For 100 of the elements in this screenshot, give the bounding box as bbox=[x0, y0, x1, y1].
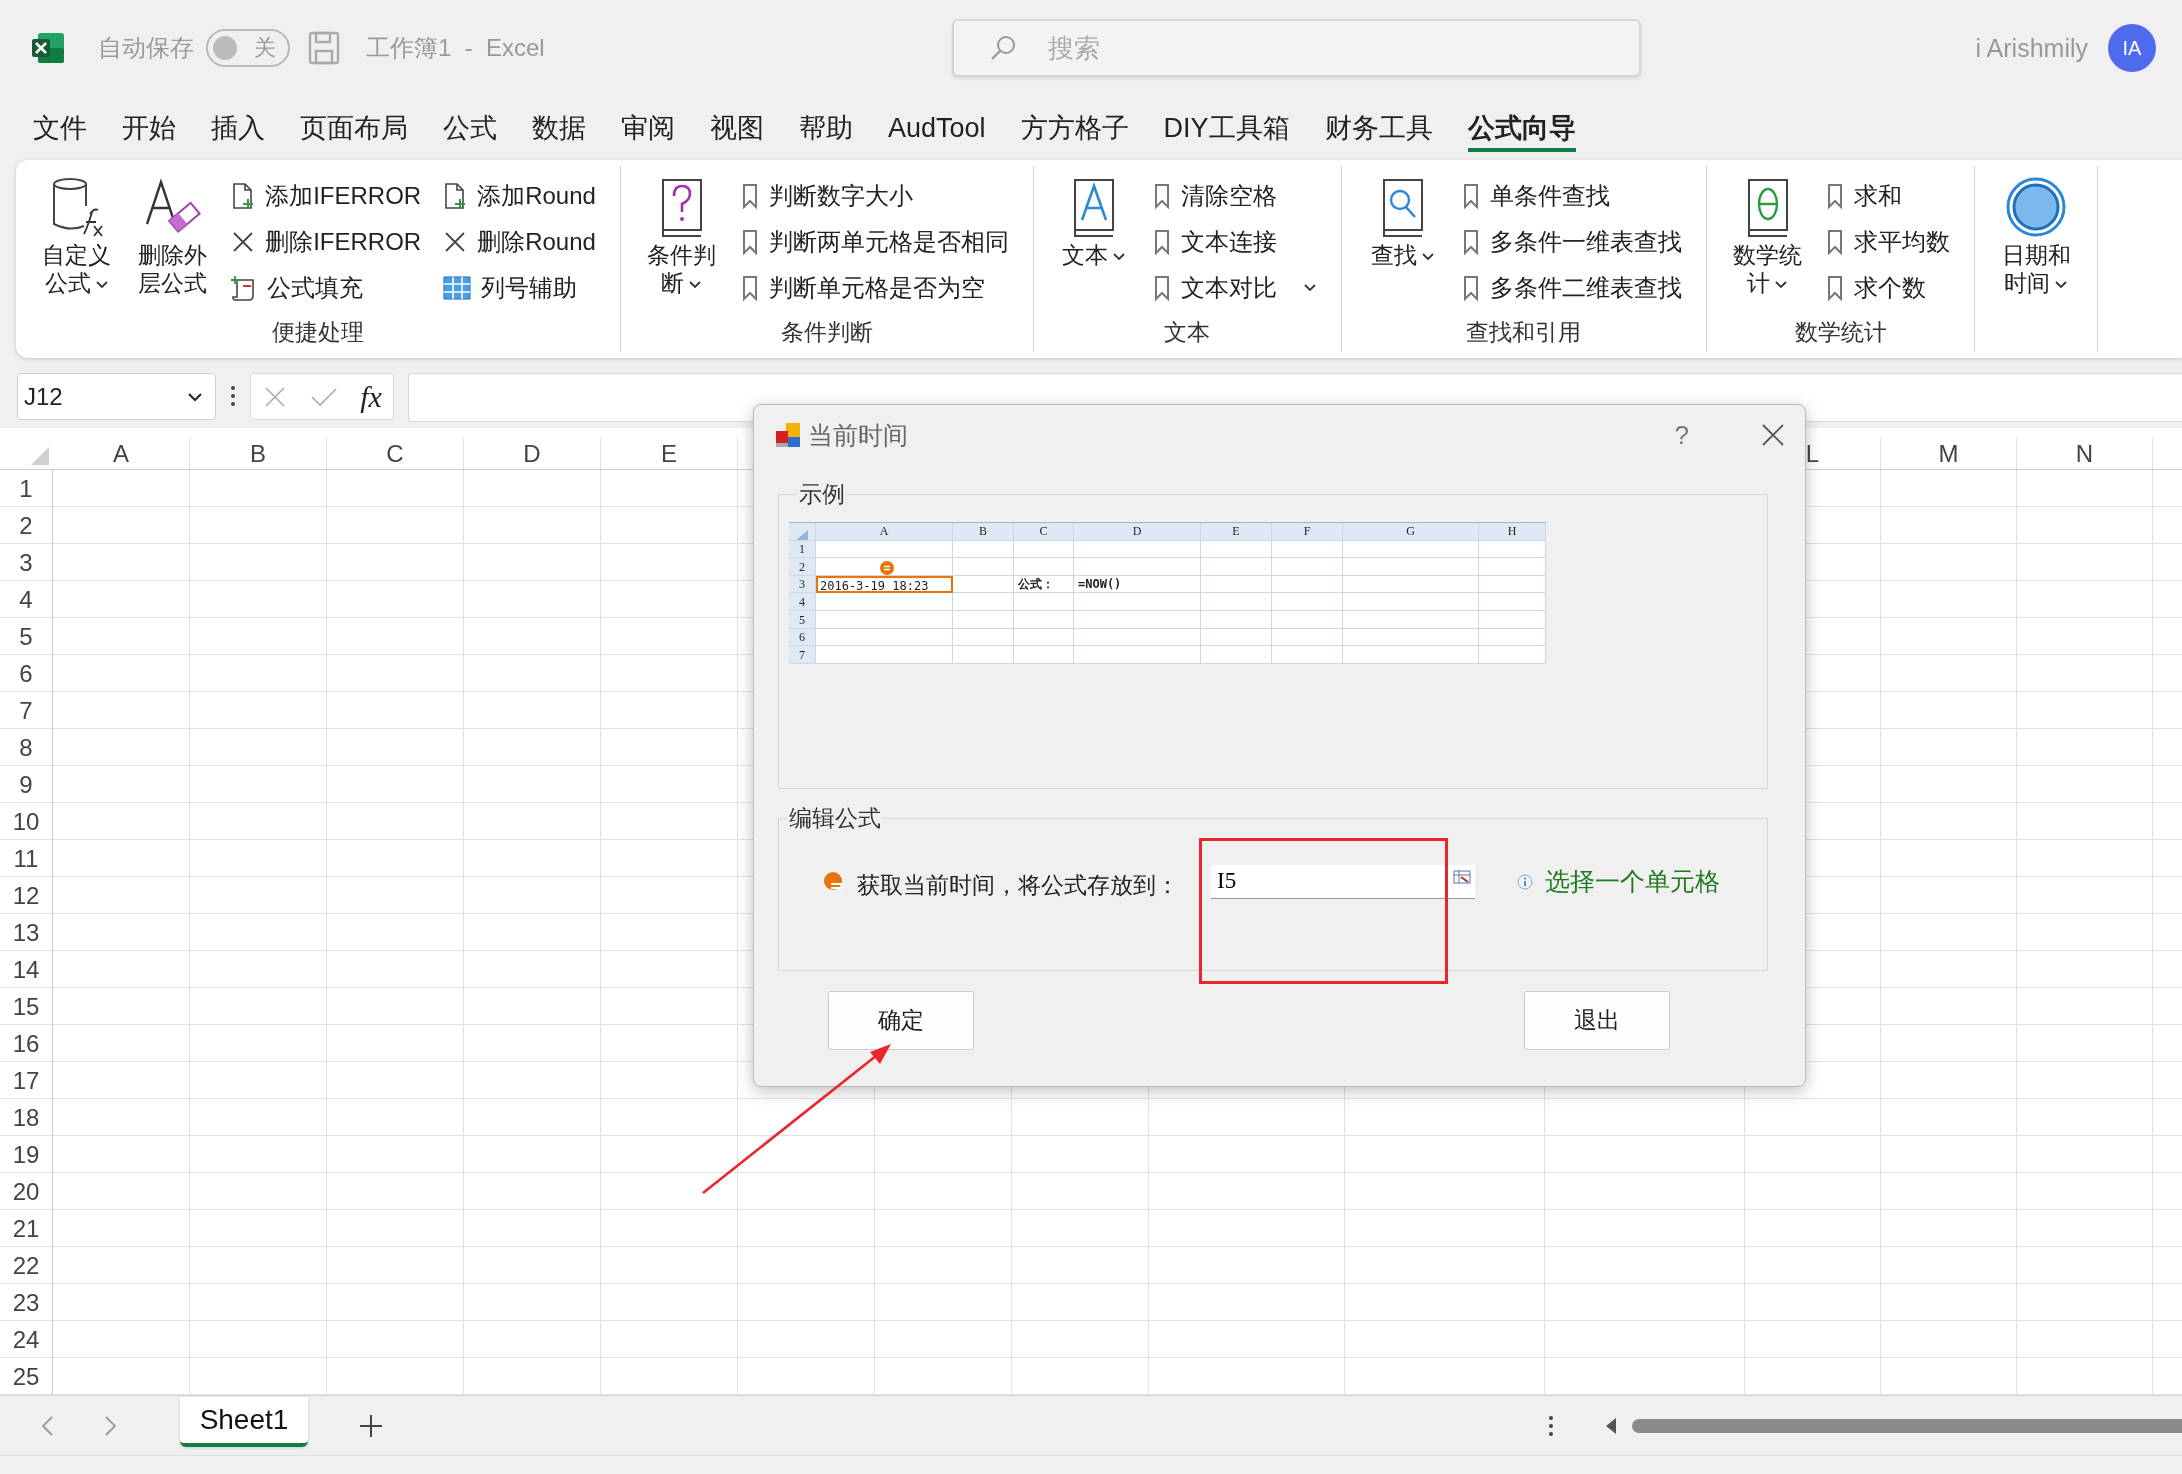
ribbon-tab[interactable]: 审阅 bbox=[621, 104, 675, 152]
add-sheet-icon[interactable] bbox=[358, 1412, 384, 1439]
example-cell bbox=[1272, 558, 1343, 576]
ribbon-large-button[interactable]: 条件判断 bbox=[644, 176, 719, 315]
group-label: 条件判断 bbox=[780, 318, 873, 347]
row-header[interactable]: 11 bbox=[13, 845, 39, 872]
row-header[interactable]: 15 bbox=[12, 993, 40, 1020]
column-header[interactable]: M bbox=[1938, 440, 1959, 467]
previous-sheet-icon[interactable] bbox=[40, 1414, 54, 1437]
document-plus-icon bbox=[231, 182, 256, 210]
row-header[interactable]: 1 bbox=[19, 475, 33, 502]
document-title: 工作簿1 - Excel bbox=[366, 33, 545, 63]
row-header[interactable]: 23 bbox=[12, 1289, 40, 1316]
example-cell bbox=[1014, 593, 1074, 611]
ribbon-large-button[interactable]: 删除外层公式 bbox=[135, 176, 210, 315]
ribbon-large-button[interactable]: 日期和时间 bbox=[1999, 176, 2073, 348]
column-header[interactable]: C bbox=[386, 440, 404, 467]
ribbon-tab[interactable]: AudTool bbox=[888, 104, 986, 152]
row-header[interactable]: 8 bbox=[19, 734, 33, 761]
bookmark-icon bbox=[1153, 275, 1172, 301]
row-header[interactable]: 24 bbox=[12, 1326, 40, 1353]
ribbon-tab[interactable]: 帮助 bbox=[799, 104, 853, 152]
document-plus-icon bbox=[443, 182, 468, 210]
help-button[interactable]: ? bbox=[1674, 419, 1689, 451]
insert-function-button[interactable]: fx bbox=[360, 379, 382, 414]
search-field[interactable]: 搜索 bbox=[952, 19, 1641, 77]
row-header[interactable]: 10 bbox=[12, 808, 40, 835]
row-header[interactable]: 6 bbox=[19, 660, 33, 687]
row-header[interactable]: 3 bbox=[19, 549, 33, 576]
column-header[interactable]: L bbox=[1805, 440, 1820, 467]
bookmark-icon bbox=[740, 229, 759, 255]
ribbon-tab[interactable]: 视图 bbox=[710, 104, 764, 152]
row-header[interactable]: 17 bbox=[12, 1067, 40, 1094]
app-icon bbox=[774, 421, 802, 449]
horizontal-scrollbar[interactable] bbox=[1632, 1418, 2182, 1433]
column-header: G bbox=[1343, 523, 1479, 541]
row-header[interactable]: 14 bbox=[12, 956, 40, 983]
row-header[interactable]: 18 bbox=[12, 1104, 40, 1131]
ribbon-large-button[interactable]: 数学统计 bbox=[1730, 176, 1805, 315]
row-header[interactable]: 22 bbox=[12, 1252, 40, 1279]
ribbon-tab[interactable]: 公式 bbox=[443, 104, 497, 152]
bookmark-icon bbox=[1153, 229, 1172, 255]
scroll-left-icon[interactable] bbox=[1604, 1416, 1618, 1435]
next-sheet-icon[interactable] bbox=[104, 1414, 118, 1437]
row-header[interactable]: 16 bbox=[12, 1030, 40, 1057]
example-cell bbox=[1479, 558, 1546, 576]
dialog-button[interactable]: 确定 bbox=[828, 991, 974, 1050]
example-cell bbox=[1201, 558, 1272, 576]
row-header[interactable]: 7 bbox=[19, 697, 33, 724]
select-all-icon[interactable] bbox=[29, 445, 49, 465]
column-header: F bbox=[1272, 523, 1343, 541]
caret-icon bbox=[1112, 251, 1127, 262]
row-header[interactable]: 13 bbox=[12, 919, 40, 946]
ribbon-large-button[interactable]: 查找 bbox=[1366, 176, 1440, 315]
ribbon-tab[interactable]: DIY工具箱 bbox=[1163, 104, 1290, 152]
bookmark-icon bbox=[1153, 183, 1172, 209]
ribbon-tab[interactable]: 公式向导 bbox=[1467, 104, 1576, 152]
example-cell bbox=[1479, 593, 1546, 611]
ribbon-tab[interactable]: 插入 bbox=[211, 104, 265, 152]
name-box[interactable]: J12 bbox=[17, 373, 216, 420]
row-header[interactable]: 20 bbox=[12, 1178, 40, 1205]
caret-icon bbox=[1774, 279, 1788, 290]
row-header[interactable]: 19 bbox=[12, 1141, 40, 1168]
cross-icon bbox=[231, 230, 256, 254]
column-header[interactable]: B bbox=[250, 440, 266, 467]
sheet-tab[interactable]: Sheet1 bbox=[180, 1396, 308, 1447]
column-header[interactable]: E bbox=[661, 440, 677, 467]
ribbon-large-button[interactable]: 文本 bbox=[1057, 176, 1132, 315]
row-header[interactable]: 9 bbox=[19, 771, 33, 798]
caret-icon bbox=[1420, 251, 1435, 262]
column-header[interactable]: A bbox=[113, 440, 129, 467]
caret-icon bbox=[1303, 283, 1318, 293]
ribbon-tab[interactable]: 方方格子 bbox=[1020, 104, 1129, 152]
ribbon-tab[interactable]: 开始 bbox=[122, 104, 176, 152]
group-title: 编辑公式 bbox=[788, 804, 882, 833]
ribbon-tab[interactable]: 文件 bbox=[33, 104, 87, 152]
range-picker-icon[interactable] bbox=[1453, 869, 1471, 884]
row-header[interactable]: 25 bbox=[12, 1363, 40, 1390]
row-header[interactable]: 21 bbox=[12, 1215, 40, 1242]
close-icon[interactable] bbox=[1761, 423, 1785, 447]
save-icon[interactable] bbox=[308, 31, 340, 65]
dialog-button[interactable]: 退出 bbox=[1524, 991, 1670, 1050]
row-header[interactable]: 2 bbox=[19, 512, 33, 539]
more-icon[interactable] bbox=[1548, 1414, 1554, 1437]
row-header[interactable]: 5 bbox=[19, 623, 33, 650]
autosave-label: 自动保存 bbox=[98, 33, 194, 63]
column-header[interactable]: N bbox=[2075, 440, 2094, 467]
example-cell bbox=[1201, 593, 1272, 611]
hint-text: 选择一个单元格 bbox=[1545, 866, 1720, 897]
more-icon[interactable] bbox=[230, 385, 236, 407]
ribbon-tab[interactable]: 页面布局 bbox=[300, 104, 408, 152]
chevron-icon bbox=[187, 391, 203, 402]
column-header[interactable]: D bbox=[523, 440, 541, 467]
ribbon-tab[interactable]: 财务工具 bbox=[1324, 104, 1433, 152]
user-avatar[interactable]: IA bbox=[2108, 24, 2156, 72]
ribbon-tab[interactable]: 数据 bbox=[532, 104, 586, 152]
row-header[interactable]: 4 bbox=[19, 586, 33, 613]
ribbon-large-button[interactable]: 自定义公式 bbox=[40, 176, 114, 315]
row-header[interactable]: 12 bbox=[12, 882, 40, 909]
cell-input-field[interactable]: I5 bbox=[1211, 864, 1475, 899]
